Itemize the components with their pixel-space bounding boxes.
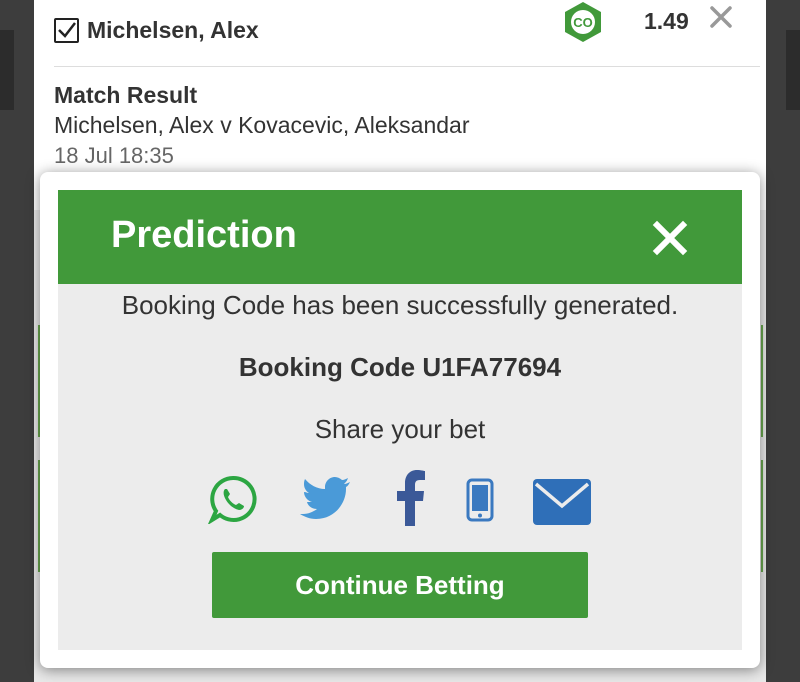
close-icon[interactable]	[706, 2, 736, 32]
prediction-modal: Prediction Booking Code has been success…	[40, 172, 760, 668]
selection-checkbox[interactable]	[54, 17, 79, 43]
event-name: Michelsen, Alex v Kovacevic, Aleksandar	[54, 112, 470, 138]
modal-header: Prediction	[58, 190, 742, 284]
svg-text:CO: CO	[573, 15, 593, 30]
share-label: Share your bet	[314, 414, 486, 444]
market-name: Match Result	[54, 82, 198, 108]
odds-value: 1.49	[644, 8, 689, 34]
background-strip	[0, 30, 14, 110]
background-field-border	[761, 460, 763, 572]
email-icon[interactable]	[532, 478, 592, 526]
selection-name: Michelsen, Alex	[87, 16, 259, 43]
checkmark-icon	[57, 22, 76, 38]
background-strip	[786, 30, 800, 110]
divider	[54, 66, 760, 67]
success-message: Booking Code has been successfully gener…	[121, 290, 679, 320]
whatsapp-icon[interactable]	[208, 474, 258, 524]
close-icon[interactable]	[652, 220, 688, 256]
continue-betting-button[interactable]: Continue Betting	[212, 552, 588, 618]
booking-code: Booking Code U1FA77694	[238, 352, 562, 382]
event-time: 18 Jul 18:35	[54, 143, 174, 168]
background-field-border	[761, 325, 763, 437]
sms-icon[interactable]	[466, 478, 494, 522]
facebook-icon[interactable]	[394, 470, 426, 526]
co-badge-icon[interactable]: CO	[561, 0, 605, 44]
modal-body: Prediction Booking Code has been success…	[58, 190, 742, 650]
twitter-icon[interactable]	[300, 476, 352, 520]
modal-title: Prediction	[111, 214, 297, 256]
